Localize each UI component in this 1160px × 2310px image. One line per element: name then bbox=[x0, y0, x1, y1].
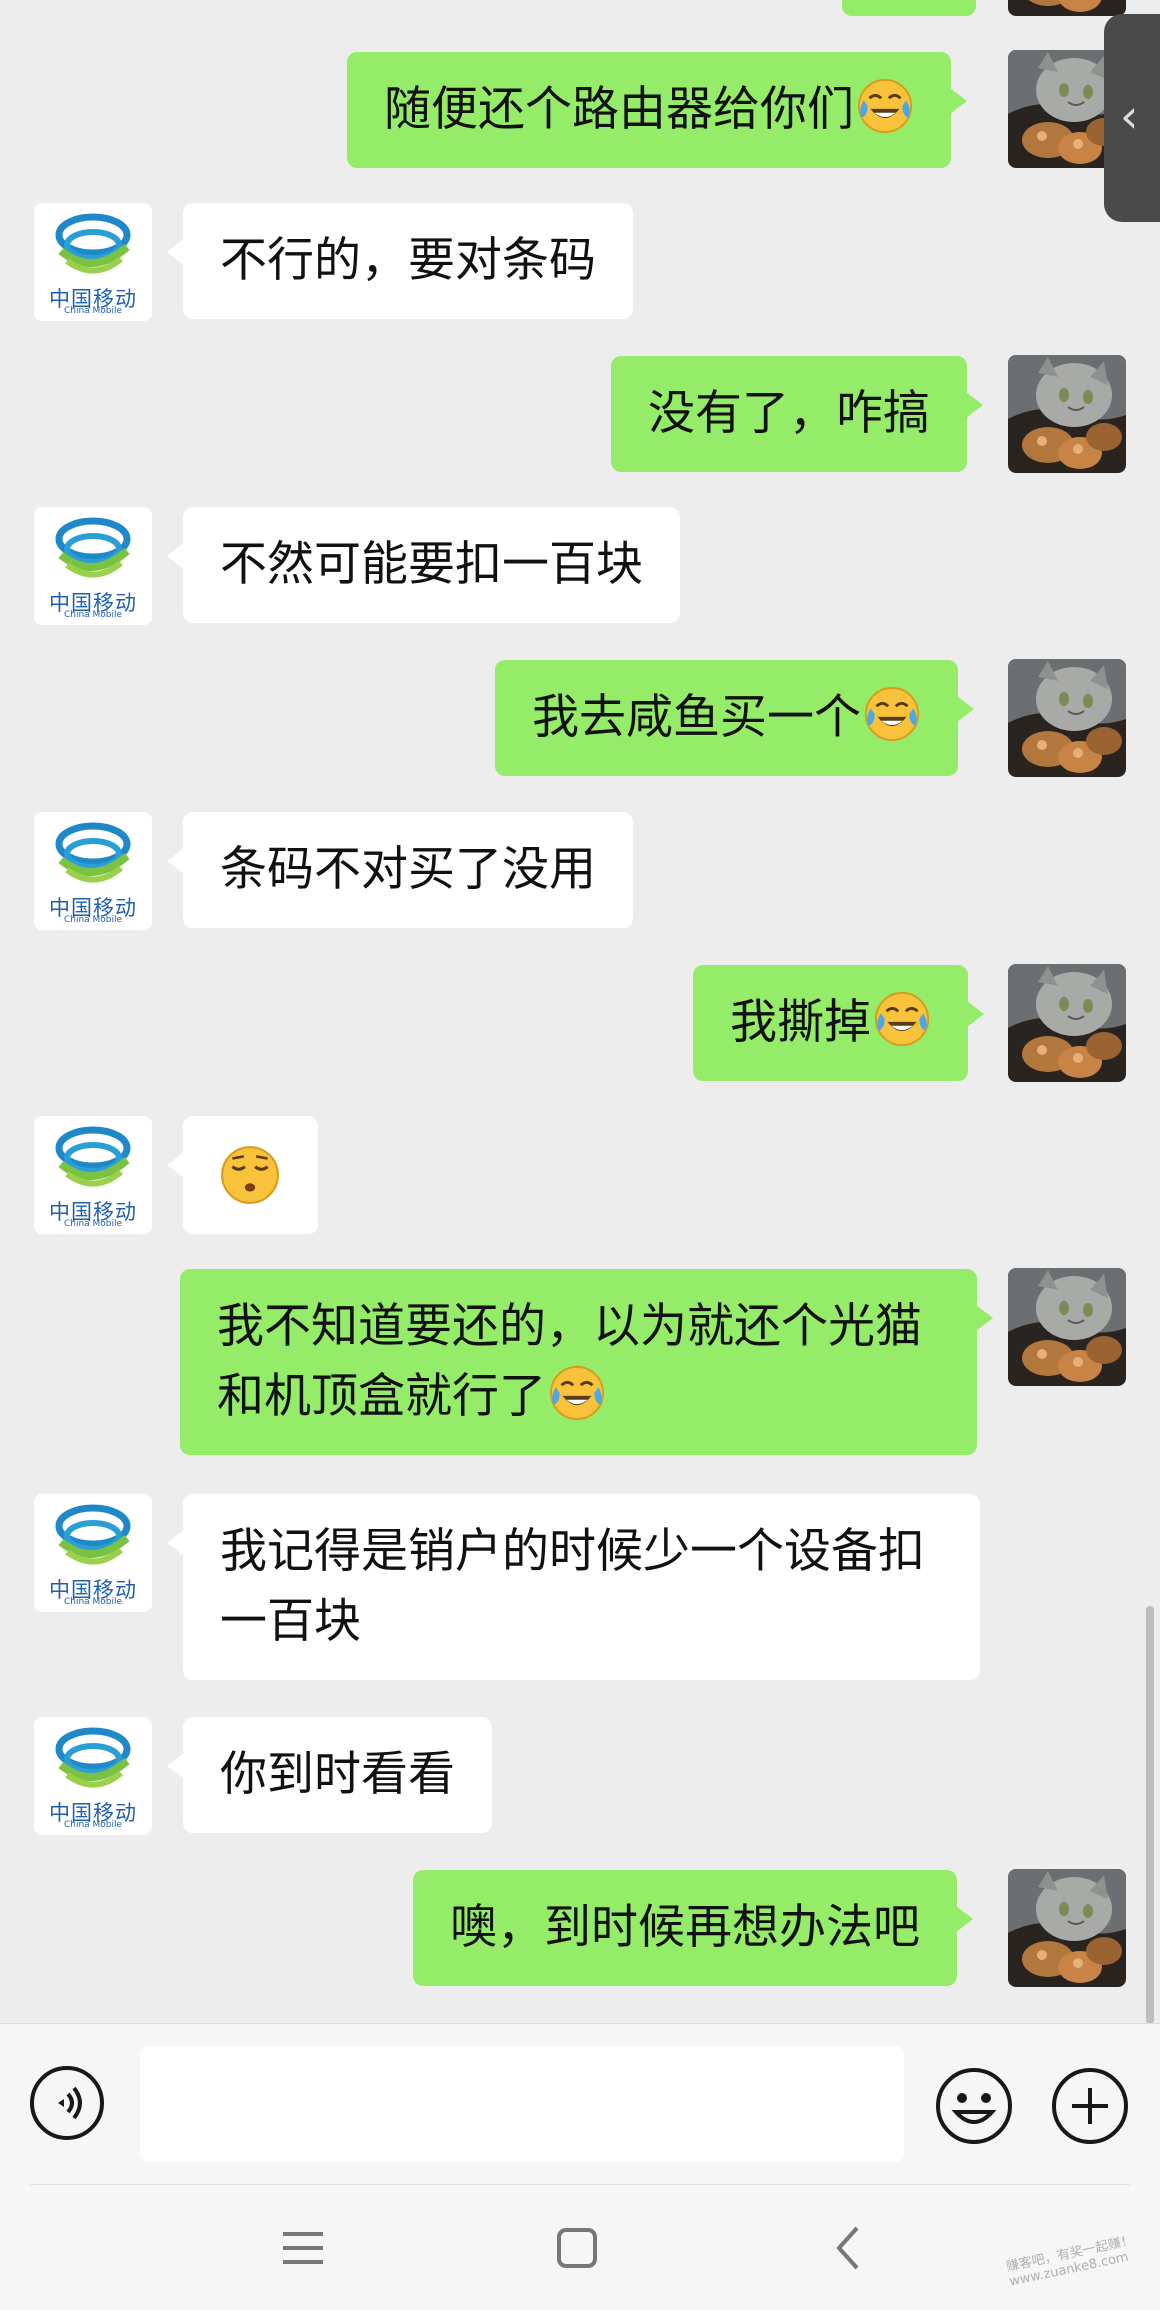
system-nav-bar bbox=[0, 2186, 1160, 2310]
message-text: 我去咸鱼买一个 bbox=[532, 690, 861, 745]
chevron-left-icon: ‹ bbox=[1120, 89, 1139, 143]
message-bubble[interactable]: 你到时看看 bbox=[167, 1717, 492, 1833]
voice-input-button[interactable] bbox=[30, 2066, 104, 2140]
china-mobile-logo-icon bbox=[53, 1120, 133, 1196]
my-avatar[interactable] bbox=[1008, 1869, 1126, 1987]
message-text: 噢，到时候再想办法吧 bbox=[450, 1900, 920, 1955]
voice-icon bbox=[58, 2086, 82, 2120]
message-bubble[interactable]: 没有了，咋搞 bbox=[611, 356, 983, 472]
my-avatar[interactable] bbox=[1008, 659, 1126, 777]
message-bubble[interactable]: 我去咸鱼买一个 bbox=[495, 660, 974, 776]
china-mobile-logo-icon bbox=[53, 511, 133, 587]
message-bubble[interactable]: 我记得是销户的时候少一个设备扣 一百块 bbox=[167, 1494, 980, 1680]
message-text: 随便还个路由器给你们 bbox=[384, 82, 854, 137]
china-mobile-logo-icon bbox=[53, 1498, 133, 1574]
logo-name-en: China Mobile bbox=[63, 1820, 123, 1830]
message-text: 和机顶盒就行了 bbox=[217, 1369, 546, 1424]
message-bubble[interactable]: 我撕掉 bbox=[693, 965, 984, 1081]
message-text: 我撕掉 bbox=[730, 995, 871, 1050]
message-text: 你到时看看 bbox=[220, 1747, 455, 1802]
china-mobile-avatar[interactable]: 中国移动 China Mobile bbox=[34, 507, 152, 625]
message-text: 条码不对买了没用 bbox=[220, 842, 596, 897]
message-text: 不行的，要对条码 bbox=[220, 233, 596, 288]
crying-laughing-emoji-icon bbox=[548, 1364, 606, 1422]
china-mobile-logo-icon bbox=[53, 816, 133, 892]
message-text: 不然可能要扣一百块 bbox=[220, 537, 643, 592]
china-mobile-avatar[interactable]: 中国移动 China Mobile bbox=[34, 812, 152, 930]
menu-icon[interactable] bbox=[253, 2208, 353, 2288]
my-avatar[interactable] bbox=[1008, 964, 1126, 1082]
home-icon[interactable] bbox=[527, 2208, 627, 2288]
logo-name-en: China Mobile bbox=[63, 1219, 123, 1229]
message-bubble[interactable] bbox=[167, 1116, 318, 1234]
partial-message-bubble[interactable] bbox=[842, 0, 976, 16]
crying-laughing-emoji-icon bbox=[863, 685, 921, 743]
message-text: 一百块 bbox=[220, 1594, 361, 1649]
china-mobile-avatar[interactable]: 中国移动 China Mobile bbox=[34, 1717, 152, 1835]
crying-laughing-emoji-icon bbox=[856, 77, 914, 135]
logo-name-en: China Mobile bbox=[63, 610, 123, 620]
my-avatar[interactable] bbox=[1008, 1268, 1126, 1386]
china-mobile-avatar[interactable]: 中国移动 China Mobile bbox=[34, 1116, 152, 1234]
message-bubble[interactable]: 随便还个路由器给你们 bbox=[347, 52, 967, 168]
message-input[interactable] bbox=[140, 2046, 904, 2162]
input-bar bbox=[0, 2023, 1160, 2186]
message-bubble[interactable]: 不然可能要扣一百块 bbox=[167, 507, 680, 623]
message-bubble[interactable]: 噢，到时候再想办法吧 bbox=[413, 1870, 973, 1986]
message-bubble[interactable]: 不行的，要对条码 bbox=[167, 203, 633, 319]
logo-name-en: China Mobile bbox=[63, 306, 123, 316]
more-options-plus-icon[interactable] bbox=[1050, 2066, 1130, 2146]
china-mobile-logo-icon bbox=[53, 1721, 133, 1797]
divider bbox=[30, 2184, 1130, 2185]
china-mobile-logo-icon bbox=[53, 207, 133, 283]
crying-laughing-emoji-icon bbox=[873, 990, 931, 1048]
logo-name-en: China Mobile bbox=[63, 1597, 123, 1607]
chat-area[interactable]: 随便还个路由器给你们 中国移动 China Mobile 不行的，要对条码 没有… bbox=[0, 0, 1160, 2023]
scrollbar[interactable] bbox=[1146, 1606, 1154, 2023]
message-text: 没有了，咋搞 bbox=[648, 386, 930, 441]
message-bubble[interactable]: 条码不对买了没用 bbox=[167, 812, 633, 928]
message-bubble[interactable]: 我不知道要还的，以为就还个光猫 和机顶盒就行了 bbox=[180, 1269, 993, 1455]
logo-name-en: China Mobile bbox=[63, 915, 123, 925]
china-mobile-avatar[interactable]: 中国移动 China Mobile bbox=[34, 203, 152, 321]
side-panel-handle[interactable]: ‹ bbox=[1104, 14, 1160, 222]
my-avatar[interactable] bbox=[1008, 355, 1126, 473]
china-mobile-avatar[interactable]: 中国移动 China Mobile bbox=[34, 1494, 152, 1612]
back-icon[interactable] bbox=[799, 2208, 899, 2288]
relieved-face-emoji-icon bbox=[221, 1146, 279, 1204]
message-text: 我记得是销户的时候少一个设备扣 bbox=[220, 1524, 925, 1579]
emoji-button-icon[interactable] bbox=[934, 2066, 1014, 2146]
my-avatar[interactable] bbox=[1008, 0, 1126, 16]
message-text: 我不知道要还的，以为就还个光猫 bbox=[217, 1299, 922, 1354]
